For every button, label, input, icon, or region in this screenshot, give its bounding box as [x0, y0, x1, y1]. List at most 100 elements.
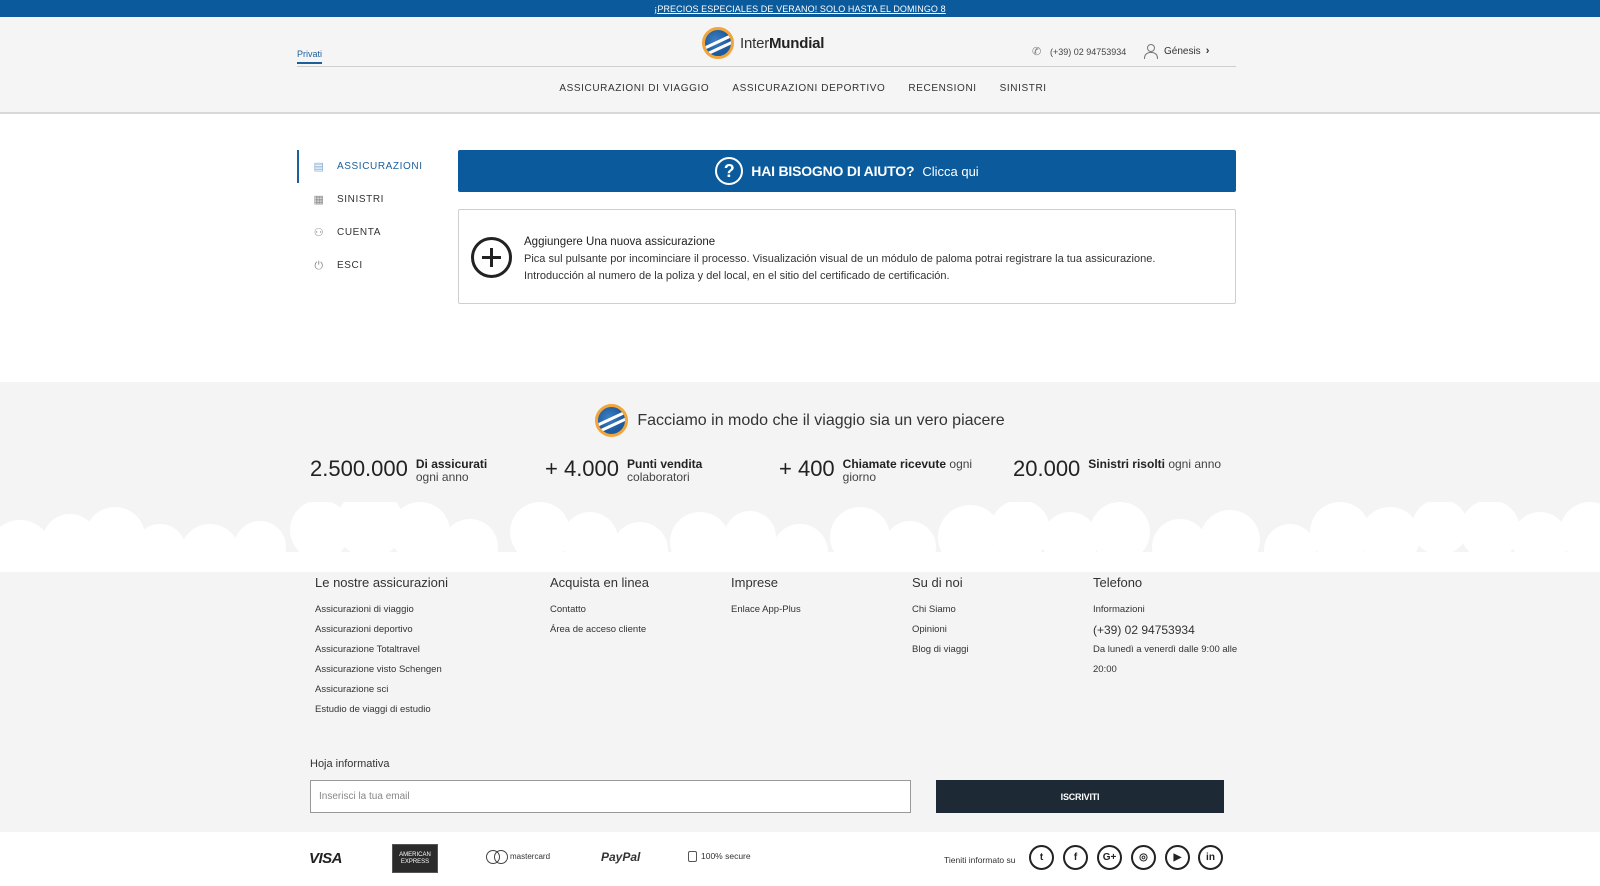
sidebar-item-cuenta[interactable]: ⚇ CUENTA: [297, 216, 437, 249]
tagline-text: Facciamo in modo che il viaggio sia un v…: [637, 411, 1005, 429]
user-icon: [1144, 44, 1158, 59]
footer-link[interactable]: Assicurazione Totaltravel: [315, 640, 448, 660]
secure-text: 100% secure: [701, 850, 751, 861]
stat-label: Punti vendita colaboratori: [627, 457, 703, 484]
document-icon: ▤: [313, 160, 325, 173]
sidebar-item-label: SINISTRI: [337, 194, 385, 205]
stat-label: Di assicurati ogni anno: [415, 457, 488, 484]
add-insurance-line-2: Introducción al numero de la poliza y de…: [524, 270, 950, 282]
sidebar-item-sinistri[interactable]: ▦ SINISTRI: [297, 183, 437, 216]
twitter-icon[interactable]: t: [1029, 845, 1054, 870]
nav-item-assicurazioni-viaggio[interactable]: ASSICURAZIONI DI VIAGGIO: [559, 83, 709, 94]
footer-link[interactable]: Assicurazioni deportivo: [315, 620, 448, 640]
stat-number: + 400: [779, 456, 835, 481]
youtube-icon[interactable]: ▶: [1165, 845, 1190, 870]
stat-number: 2.500.000: [310, 456, 408, 481]
stat-insured: 2.500.000 Di assicurati ogni anno: [310, 456, 487, 484]
stat-number: + 4.000: [545, 456, 620, 481]
footer-column-title: Telefono: [1093, 575, 1143, 590]
phone-number: (+39) 02 94753934: [1050, 47, 1127, 57]
chevron-right-icon: ›: [1205, 45, 1210, 57]
site-logo[interactable]: InterMundial: [702, 27, 824, 59]
mastercard-text: mastercard: [510, 851, 551, 861]
mastercard-circles-icon: [486, 850, 508, 864]
footer-column-insurances: Le nostre assicurazioni Assicurazioni di…: [315, 575, 448, 720]
user-icon: ⚇: [313, 226, 325, 239]
newsletter-section: Hoja informativa ISCRIVITI: [0, 740, 1600, 832]
newsletter-email-input[interactable]: [310, 780, 911, 813]
stat-claims: 20.000 Sinistri risolti ogni anno: [1013, 456, 1221, 482]
nav-item-sinistri[interactable]: SINISTRI: [1000, 83, 1047, 94]
account-sidebar: ▤ ASSICURAZIONI ▦ SINISTRI ⚇ CUENTA ⏻ ES…: [297, 150, 437, 282]
footer-column-about: Su di noi Chi Siamo Opinioni Blog di via…: [912, 575, 969, 660]
promo-link[interactable]: ¡PRECIOS ESPECIALES DE VERANO! SOLO HAST…: [654, 4, 945, 14]
globe-logo-icon: [595, 404, 629, 437]
site-header: Privati InterMundial ✆ (+39) 02 94753934…: [0, 17, 1600, 114]
footer-column-title: Imprese: [731, 575, 778, 590]
nav-item-assicurazioni-deportivo[interactable]: ASSICURAZIONI DEPORTIVO: [732, 83, 885, 94]
sidebar-item-label: ASSICURAZIONI: [337, 161, 423, 172]
instagram-icon[interactable]: ◎: [1131, 845, 1156, 870]
footer-column-business: Imprese Enlace App-Plus: [731, 575, 801, 620]
clouds-decoration: [0, 502, 1600, 572]
add-insurance-title: Aggiungere Una nuova assicurazione: [524, 236, 716, 248]
sidebar-item-label: CUENTA: [337, 227, 381, 238]
help-banner-button[interactable]: ? HAI BISOGNO DI AIUTO? Clicca qui: [458, 150, 1236, 192]
footer-link[interactable]: Blog di viaggi: [912, 640, 969, 660]
visa-logo: VISA: [309, 850, 343, 867]
stat-label: Chiamate ricevute ogni giorno: [842, 457, 973, 484]
add-insurance-line-1: Pica sul pulsante por incominciare il pr…: [524, 253, 1156, 265]
header-phone[interactable]: ✆ (+39) 02 94753934: [1032, 46, 1127, 58]
add-insurance-text: Aggiungere Una nuova assicurazione Pica …: [524, 234, 1155, 285]
footer-link[interactable]: Assicurazione visto Schengen: [315, 660, 448, 680]
logo-text: InterMundial: [740, 34, 825, 52]
footer-link[interactable]: Opinioni: [912, 620, 969, 640]
question-icon: ?: [715, 157, 744, 185]
promo-bar: ¡PRECIOS ESPECIALES DE VERANO! SOLO HAST…: [0, 0, 1600, 17]
help-link[interactable]: Clicca qui: [922, 164, 978, 179]
user-name: Génesis: [1164, 45, 1201, 57]
footer-link[interactable]: Área de acceso cliente: [550, 620, 649, 640]
footer-link[interactable]: Estudio de viaggi di estudio: [315, 700, 448, 720]
tagline: Facciamo in modo che il viaggio sia un v…: [0, 404, 1600, 437]
lock-icon: [688, 851, 697, 862]
nav-item-recensioni[interactable]: RECENSIONI: [908, 83, 976, 94]
secure-badge: 100% secure: [688, 850, 751, 862]
newspaper-icon: ▦: [313, 193, 325, 206]
add-insurance-card[interactable]: Aggiungere Una nuova assicurazione Pica …: [458, 209, 1236, 304]
footer-link[interactable]: Contatto: [550, 600, 649, 620]
footer-column-phone: Telefono Informazioni (+39) 02 94753934 …: [1093, 575, 1253, 680]
footer-link[interactable]: Enlace App-Plus: [731, 600, 801, 620]
header-top-row: Privati InterMundial ✆ (+39) 02 94753934…: [297, 27, 1236, 67]
stat-calls: + 400 Chiamate ricevute ogni giorno: [779, 456, 983, 484]
subscribe-button[interactable]: ISCRIVITI: [936, 780, 1224, 813]
stats-band: Facciamo in modo che il viaggio sia un v…: [0, 382, 1600, 740]
facebook-icon[interactable]: f: [1063, 845, 1088, 870]
footer-link[interactable]: Chi Siamo: [912, 600, 969, 620]
footer-info-link[interactable]: Informazioni: [1093, 600, 1253, 620]
linkedin-icon[interactable]: in: [1198, 845, 1223, 870]
sidebar-item-esci[interactable]: ⏻ ESCI: [297, 249, 437, 282]
social-label: Tieniti informato su: [944, 855, 1016, 865]
segment-tab-privati[interactable]: Privati: [297, 49, 323, 64]
footer-column-title: Le nostre assicurazioni: [315, 575, 448, 590]
stat-label: Sinistri risolti ogni anno: [1088, 457, 1222, 471]
user-menu[interactable]: Génesis ›: [1144, 44, 1210, 59]
newsletter-title: Hoja informativa: [310, 758, 390, 770]
footer-phone-number: (+39) 02 94753934: [1093, 623, 1195, 637]
google-plus-icon[interactable]: G+: [1097, 845, 1122, 870]
stat-number: 20.000: [1013, 456, 1081, 481]
power-icon: ⏻: [314, 259, 324, 272]
paypal-logo: PayPal: [601, 850, 641, 864]
footer-link[interactable]: Assicurazione sci: [315, 680, 448, 700]
footer-column-title: Su di noi: [912, 575, 963, 590]
add-circle-icon[interactable]: [471, 237, 512, 278]
footer-hours: Da lunedì a venerdì dalle 9:00 alle 20:0…: [1093, 644, 1238, 675]
phone-icon: ✆: [1032, 46, 1042, 58]
footer-link[interactable]: Assicurazioni di viaggio: [315, 600, 448, 620]
help-title: HAI BISOGNO DI AIUTO?: [751, 163, 915, 179]
sidebar-item-assicurazioni[interactable]: ▤ ASSICURAZIONI: [297, 150, 437, 183]
mastercard-logo: mastercard: [486, 850, 551, 864]
main-nav: ASSICURAZIONI DI VIAGGIO ASSICURAZIONI D…: [0, 83, 1600, 94]
footer-column-title: Acquista en linea: [550, 575, 650, 590]
